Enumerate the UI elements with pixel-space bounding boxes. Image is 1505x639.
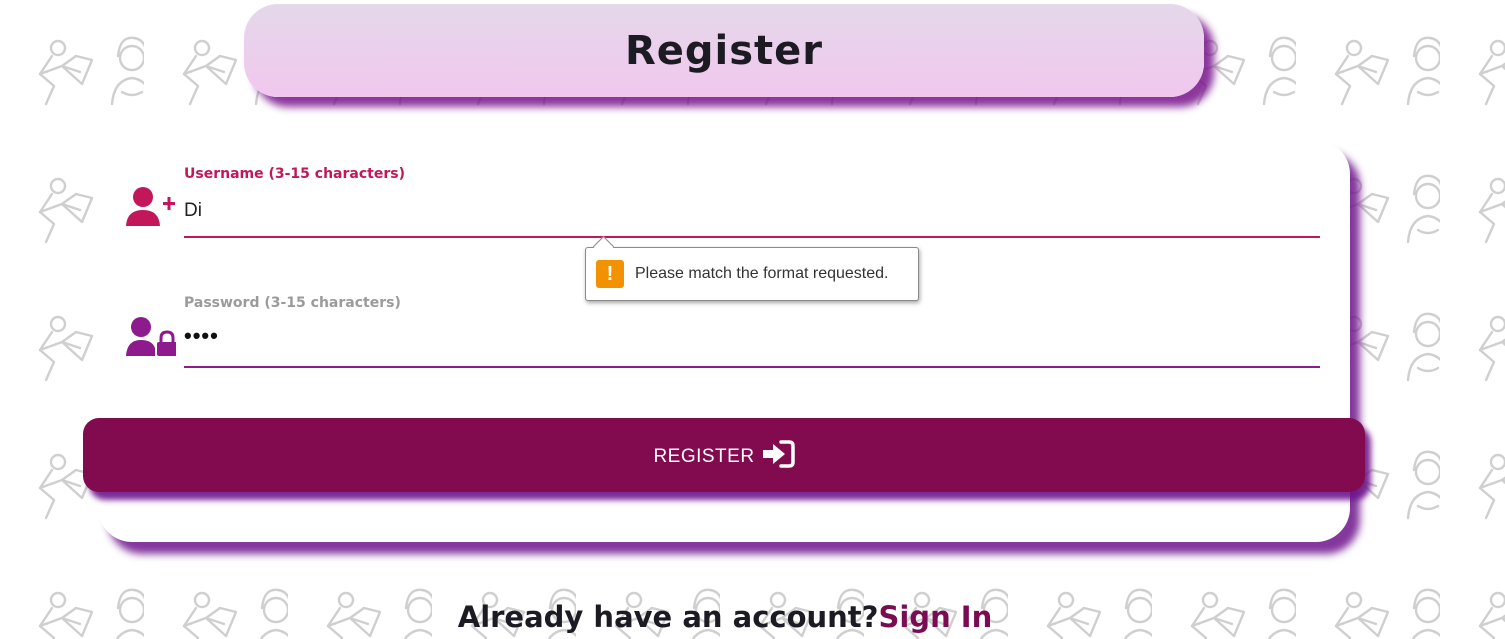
title-bar: Register [244, 4, 1204, 97]
username-underline [184, 236, 1320, 238]
register-button-label: REGISTER [653, 446, 755, 467]
warning-icon: ! [596, 260, 624, 288]
validation-tooltip: ! Please match the format requested. [585, 235, 919, 301]
user-plus-icon [126, 186, 176, 232]
password-input[interactable]: •••• [184, 323, 219, 349]
page-title: Register [624, 27, 824, 74]
user-lock-icon [126, 316, 177, 362]
footer-prompt-text: Already have an account? [457, 600, 879, 634]
username-label: Username (3-15 characters) [184, 166, 405, 182]
validation-message: Please match the format requested. [635, 265, 889, 282]
sign-in-icon [761, 439, 795, 471]
password-underline [184, 366, 1320, 368]
register-button[interactable]: REGISTER [83, 418, 1365, 492]
footer-signin-prompt: Already have an account?Sign In [0, 600, 1450, 634]
username-input[interactable]: Di [184, 200, 202, 222]
sign-in-link[interactable]: Sign In [878, 600, 992, 634]
password-label: Password (3-15 characters) [184, 295, 401, 311]
